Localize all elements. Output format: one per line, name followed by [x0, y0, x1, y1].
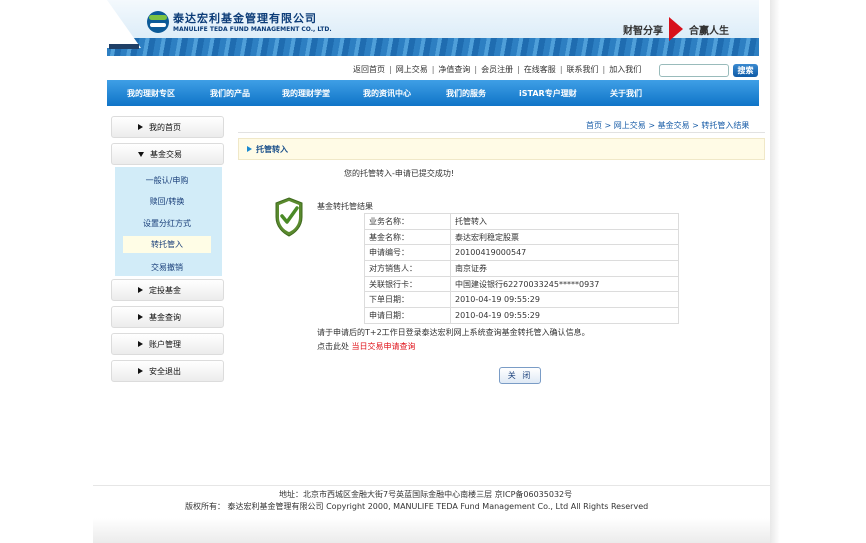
sidebar-item-label: 基金查询 — [149, 312, 181, 322]
footer-copyright: 版权所有： 泰达宏利基金管理有限公司 Copyright 2000, MANUL… — [185, 502, 649, 511]
slogan-left: 财智分享 — [623, 25, 663, 37]
breadcrumb-online-trade[interactable]: 网上交易 — [614, 121, 646, 130]
toplink-nav-query[interactable]: 净值查询 — [438, 64, 470, 75]
nav-about[interactable]: 关于我们 — [610, 88, 642, 99]
table-row: 申请日期： 2010-04-19 09:55:29 — [364, 307, 679, 324]
breadcrumb-current: 转托管入结果 — [701, 121, 750, 130]
table-row: 申请编号： 20100419000547 — [364, 244, 679, 262]
sidebar-item-label: 基金交易 — [150, 149, 182, 159]
nav-products[interactable]: 我们的产品 — [210, 88, 250, 99]
triangle-right-icon — [138, 124, 143, 130]
submenu-dividend[interactable]: 设置分红方式 — [123, 215, 211, 232]
toplink-home[interactable]: 返回首页 — [353, 64, 385, 75]
sailboat-hull — [109, 44, 139, 49]
footer-fade — [93, 518, 774, 543]
table-row: 对方销售人： 南京证券 — [364, 260, 679, 277]
nav-my-finance[interactable]: 我的理财专区 — [127, 88, 175, 99]
header-banner: 泰达宏利基金管理有限公司 MANULIFE TEDA FUND MANAGEME… — [107, 0, 759, 56]
table-row: 业务名称： 托管转入 — [364, 213, 679, 230]
triangle-right-icon — [138, 341, 143, 347]
confirmation-note: 请于申请后的T+2工作日登录泰达宏利网上系统查询基金转托管入确认信息。 — [317, 328, 590, 337]
triangle-down-icon — [138, 151, 144, 157]
table-row: 基金名称： 泰达宏利稳定股票 — [364, 228, 679, 246]
table-row: 关联银行卡： 中国建设银行62270033245*****0937 — [364, 275, 679, 293]
shield-check-icon — [275, 197, 303, 237]
table-row: 下单日期： 2010-04-19 09:55:29 — [364, 291, 679, 309]
footer-divider — [93, 485, 774, 486]
sailboat-icon — [107, 0, 141, 48]
sidebar-item-account[interactable]: 账户管理 — [111, 333, 224, 355]
main-nav: 我的理财专区 我们的产品 我的理财学堂 我的资讯中心 我们的服务 iSTAR专户… — [107, 80, 759, 106]
submenu-subscribe[interactable]: 一般认/申购 — [123, 172, 211, 189]
slogan-right: 合赢人生 — [689, 25, 729, 37]
close-button[interactable]: 关 闭 — [499, 367, 541, 384]
nav-info-center[interactable]: 我的资讯中心 — [363, 88, 411, 99]
success-message: 您的托管转入-申请已提交成功! — [344, 169, 455, 178]
triangle-right-icon — [138, 314, 143, 320]
company-name-en: MANULIFE TEDA FUND MANAGEMENT CO., LTD. — [173, 26, 332, 33]
triangle-right-icon — [138, 368, 143, 374]
top-links: 返回首页 | 网上交易 | 净值查询 | 会员注册 | 在线客服 | 联系我们 | 加入我们 — [353, 64, 642, 75]
sidebar-item-label: 我的首页 — [149, 122, 181, 132]
nav-services[interactable]: 我们的服务 — [446, 88, 486, 99]
query-line: 点击此处 当日交易申请查询 — [317, 341, 416, 352]
result-table: 业务名称： 托管转入 基金名称： 泰达宏利稳定股票 申请编号： 20100419000… — [364, 213, 679, 324]
page: 泰达宏利基金管理有限公司 MANULIFE TEDA FUND MANAGEME… — [93, 0, 774, 543]
toplink-online-trade[interactable]: 网上交易 — [396, 64, 428, 75]
divider — [238, 132, 765, 133]
company-logo[interactable]: 泰达宏利基金管理有限公司 MANULIFE TEDA FUND MANAGEME… — [147, 10, 332, 33]
search-button[interactable]: 搜索 — [733, 64, 758, 77]
sidebar-item-fixed-invest[interactable]: 定投基金 — [111, 279, 224, 301]
breadcrumb-fund-trade[interactable]: 基金交易 — [658, 121, 690, 130]
toplink-register[interactable]: 会员注册 — [481, 64, 513, 75]
toplink-contact[interactable]: 联系我们 — [567, 64, 599, 75]
section-title-bar: 托管转入 — [238, 138, 765, 160]
slogan: 财智分享 合赢人生 — [623, 17, 729, 41]
toplink-online-service[interactable]: 在线客服 — [524, 64, 556, 75]
submenu-cancel[interactable]: 交易撤销 — [123, 259, 211, 276]
sidebar-item-fund-trade[interactable]: 基金交易 — [111, 143, 224, 165]
breadcrumb-home[interactable]: 首页 — [586, 121, 602, 130]
logo-mark-icon — [147, 10, 169, 33]
red-arrow-icon — [669, 17, 683, 41]
daily-query-link[interactable]: 当日交易申请查询 — [352, 342, 416, 351]
sidebar-item-fund-query[interactable]: 基金查询 — [111, 306, 224, 328]
search-input[interactable] — [659, 64, 729, 77]
query-prefix: 点击此处 — [317, 342, 349, 351]
nav-finance-school[interactable]: 我的理财学堂 — [282, 88, 330, 99]
section-title: 托管转入 — [256, 144, 288, 154]
sidebar-item-label: 定投基金 — [149, 285, 181, 295]
triangle-right-icon — [138, 287, 143, 293]
sidebar-item-label: 账户管理 — [149, 339, 181, 349]
toplink-join[interactable]: 加入我们 — [609, 64, 641, 75]
sidebar-item-home[interactable]: 我的首页 — [111, 116, 224, 138]
page-shadow — [770, 0, 780, 543]
company-name-cn: 泰达宏利基金管理有限公司 — [173, 12, 317, 25]
sidebar-item-label: 安全退出 — [149, 366, 181, 376]
nav-istar[interactable]: iSTAR专户理财 — [519, 88, 577, 99]
sidebar-item-logout[interactable]: 安全退出 — [111, 360, 224, 382]
arrow-bullet-icon — [247, 146, 252, 152]
breadcrumb: 首页 > 网上交易 > 基金交易 > 转托管入结果 — [586, 121, 750, 130]
result-title: 基金转托管结果 — [317, 202, 373, 211]
submenu-redeem[interactable]: 赎回/转换 — [123, 193, 211, 210]
submenu-transfer-in[interactable]: 转托管入 — [123, 236, 211, 253]
footer-address: 地址：北京市西城区金融大街7号英蓝国际金融中心南楼三层 京ICP备0603503… — [279, 490, 573, 499]
